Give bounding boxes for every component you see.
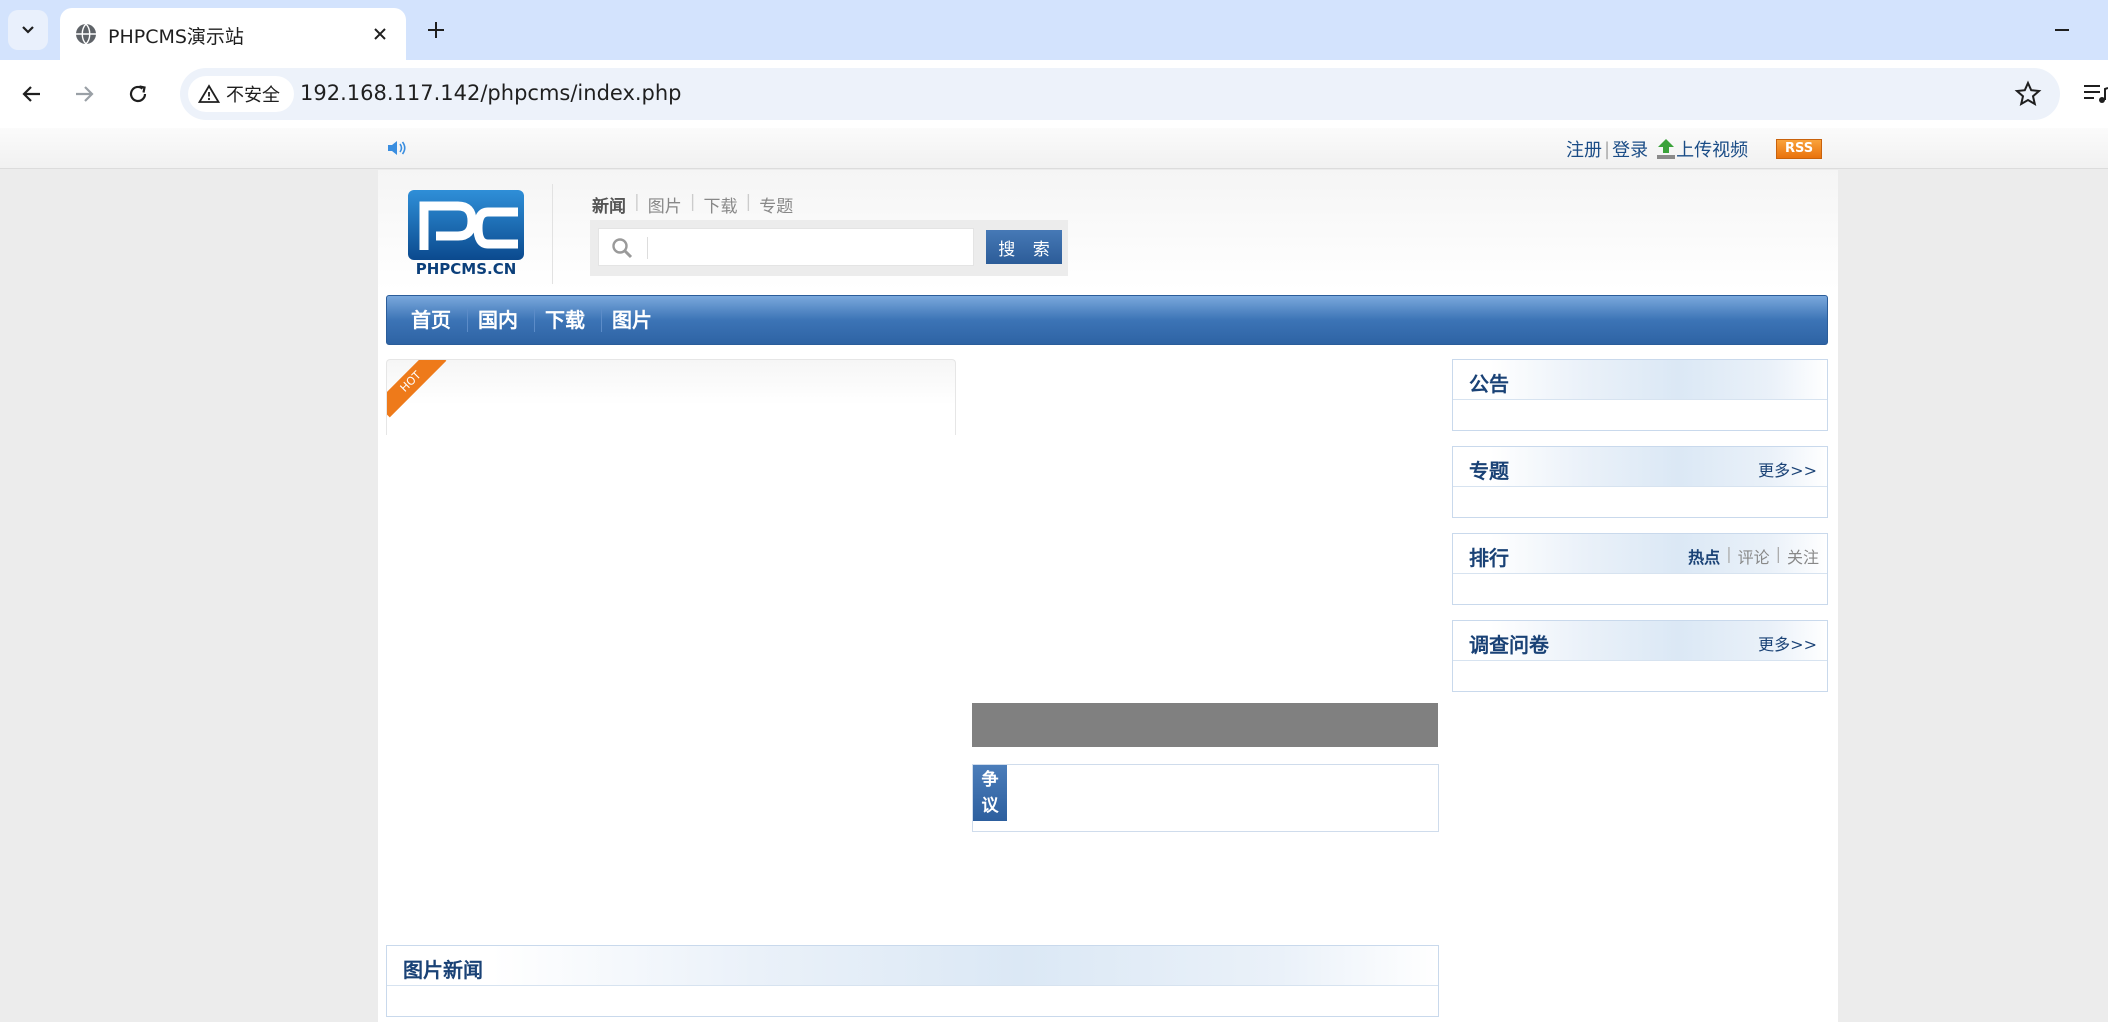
- address-bar[interactable]: 不安全 192.168.117.142/phpcms/index.php: [180, 68, 2060, 120]
- browser-tabstrip: PHPCMS演示站: [0, 0, 2108, 60]
- globe-icon: [76, 23, 96, 45]
- speaker-icon[interactable]: [386, 138, 408, 158]
- picture-news-title: 图片新闻: [403, 958, 483, 982]
- main-nav: 首页 国内 下载 图片: [386, 295, 1828, 345]
- controversy-box: 争议: [972, 764, 1439, 832]
- upload-icon: [1657, 139, 1676, 159]
- search-tabs: 新闻 | 图片 | 下载 | 专题: [592, 192, 794, 217]
- tab-title: PHPCMS演示站: [108, 26, 244, 48]
- search-tab-topics[interactable]: 专题: [759, 192, 793, 217]
- rank-tab-comments[interactable]: 评论: [1738, 544, 1770, 568]
- minimize-window-button[interactable]: [2046, 14, 2078, 46]
- reload-button[interactable]: [118, 74, 158, 114]
- site-container: PHPCMS.CN 新闻 | 图片 | 下载 | 专题 搜 索 首页 国内 下载…: [378, 170, 1838, 1022]
- url-text[interactable]: 192.168.117.142/phpcms/index.php: [300, 81, 682, 105]
- separator: |: [1604, 138, 1611, 160]
- close-icon: [374, 28, 386, 40]
- topic-title: 专题: [1469, 459, 1509, 483]
- hot-news-box: HOT: [386, 359, 956, 435]
- rank-tab-hot[interactable]: 热点: [1688, 544, 1720, 568]
- rss-badge[interactable]: RSS: [1776, 139, 1823, 159]
- search-box: 搜 索: [590, 220, 1068, 276]
- bookmark-star-icon[interactable]: [2014, 80, 2042, 108]
- tab-list-button[interactable]: [8, 10, 48, 50]
- chevron-down-icon: [22, 26, 34, 34]
- security-chip[interactable]: 不安全: [188, 76, 294, 112]
- rank-tab-follow[interactable]: 关注: [1787, 544, 1819, 568]
- survey-title: 调查问卷: [1469, 633, 1549, 657]
- security-label: 不安全: [226, 85, 280, 106]
- survey-panel: 调查问卷 更多>>: [1452, 620, 1828, 692]
- login-link[interactable]: 登录: [1612, 136, 1648, 162]
- upload-video-link[interactable]: 上传视频: [1676, 136, 1748, 162]
- search-tab-pictures[interactable]: 图片: [648, 192, 682, 217]
- arrow-right-icon: [76, 86, 94, 102]
- back-button[interactable]: [12, 74, 52, 114]
- picture-news-panel: 图片新闻: [386, 945, 1439, 1017]
- notice-panel: 公告: [1452, 359, 1828, 431]
- survey-more-link[interactable]: 更多>>: [1758, 631, 1817, 655]
- new-tab-button[interactable]: [420, 14, 452, 46]
- nav-item-download[interactable]: 下载: [535, 308, 602, 332]
- notice-title: 公告: [1469, 372, 1509, 396]
- image-caption-bar: [972, 703, 1438, 747]
- nav-item-domestic[interactable]: 国内: [468, 308, 535, 332]
- plus-icon: [428, 22, 444, 38]
- logo-text: PHPCMS.CN: [416, 260, 517, 278]
- search-icon: [612, 238, 633, 259]
- search-button[interactable]: 搜 索: [986, 230, 1062, 264]
- rank-panel: 排行 热点 | 评论 | 关注: [1452, 533, 1828, 605]
- browser-toolbar: 不安全 192.168.117.142/phpcms/index.php: [0, 60, 2108, 128]
- phpcms-logo[interactable]: PHPCMS.CN: [406, 188, 526, 278]
- search-input[interactable]: [598, 228, 974, 266]
- header-divider: [552, 184, 553, 284]
- nav-item-pictures[interactable]: 图片: [602, 308, 668, 332]
- warning-icon: [198, 84, 220, 103]
- close-tab-button[interactable]: [368, 22, 392, 46]
- controversy-label: 争议: [973, 765, 1007, 821]
- reload-icon: [129, 85, 147, 103]
- search-tab-news[interactable]: 新闻: [592, 192, 626, 217]
- rank-title: 排行: [1469, 546, 1509, 570]
- arrow-left-icon: [22, 86, 40, 102]
- top-links: 注册 | 登录 上传视频 RSS: [1566, 136, 1823, 162]
- reading-list-icon[interactable]: [2082, 80, 2108, 108]
- rank-tabs: 热点 | 评论 | 关注: [1688, 544, 1819, 568]
- register-link[interactable]: 注册: [1566, 136, 1602, 162]
- forward-button[interactable]: [64, 74, 104, 114]
- hot-ribbon: HOT: [387, 360, 447, 418]
- nav-item-home[interactable]: 首页: [401, 308, 468, 332]
- topic-panel: 专题 更多>>: [1452, 446, 1828, 518]
- web-page: 注册 | 登录 上传视频 RSS PHPCMS.CN 新闻 | 图片 | 下载 …: [0, 128, 2108, 1022]
- site-topbar: 注册 | 登录 上传视频 RSS: [0, 128, 2108, 169]
- topic-more-link[interactable]: 更多>>: [1758, 457, 1817, 481]
- search-tab-downloads[interactable]: 下载: [703, 192, 737, 217]
- minimize-icon: [2055, 29, 2069, 31]
- browser-tab-active[interactable]: PHPCMS演示站: [60, 8, 406, 60]
